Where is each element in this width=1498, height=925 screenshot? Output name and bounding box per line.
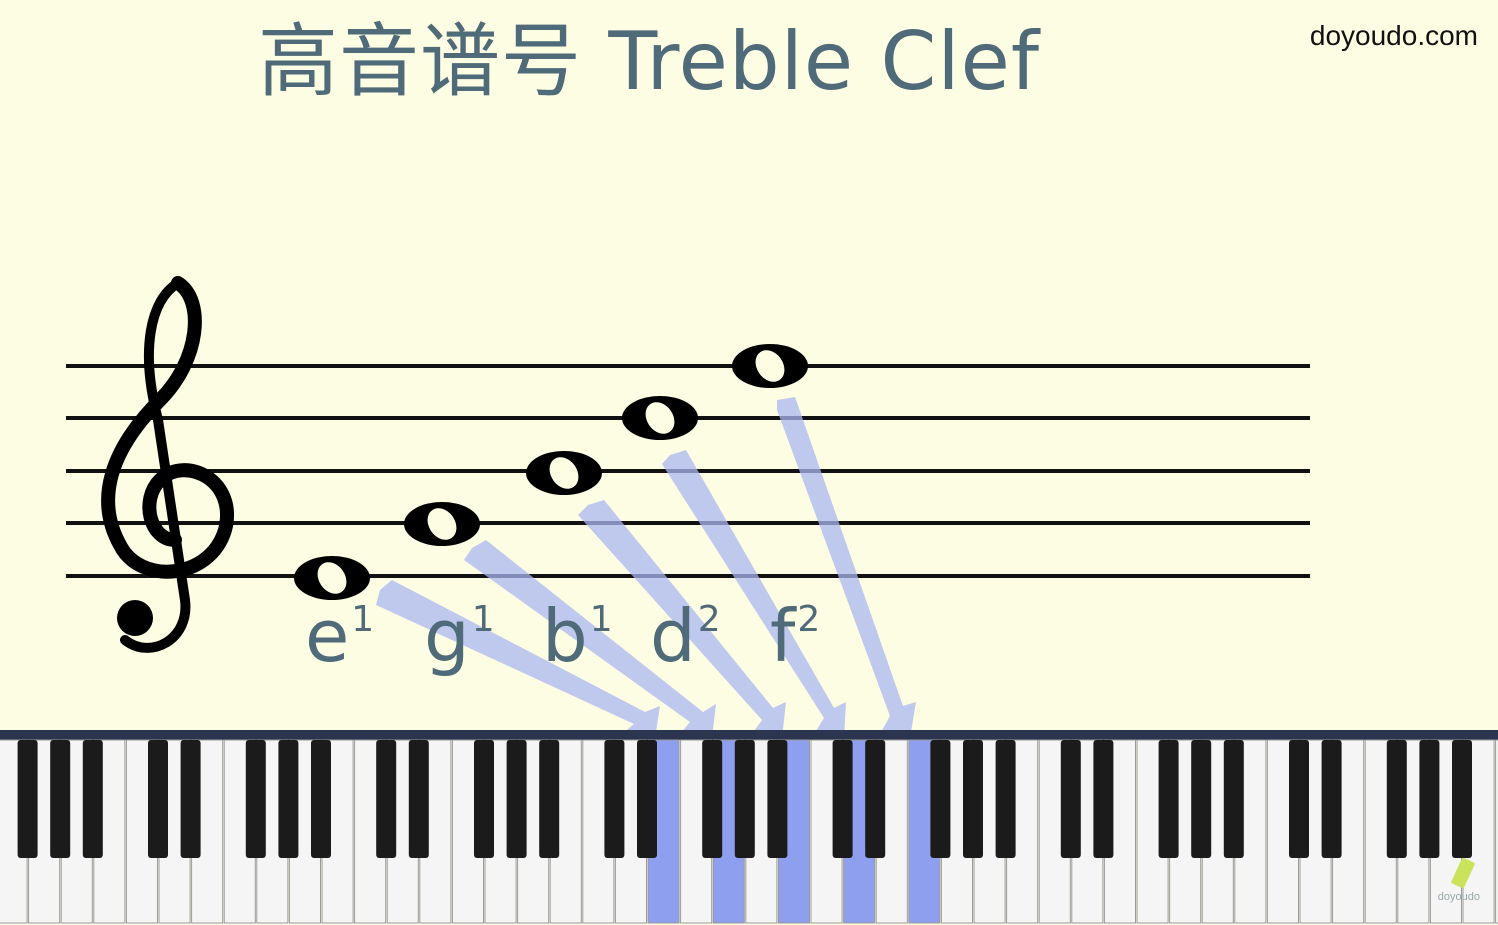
black-key[interactable]	[1321, 740, 1342, 858]
black-key[interactable]	[278, 740, 299, 858]
black-key[interactable]	[604, 740, 625, 858]
black-key[interactable]	[1386, 740, 1407, 858]
watermark: doyoudo	[1437, 891, 1480, 903]
piano-keyboard[interactable]	[0, 730, 1498, 925]
black-key[interactable]	[180, 740, 201, 858]
black-key[interactable]	[1191, 740, 1212, 858]
black-key[interactable]	[702, 740, 723, 858]
keyboard-frame	[0, 730, 1498, 740]
note-label-e1: e1	[305, 594, 375, 678]
black-key[interactable]	[1452, 740, 1472, 858]
note-d2	[622, 396, 698, 440]
note-label-d2: d2	[650, 594, 721, 678]
note-b1	[526, 451, 602, 495]
black-key[interactable]	[1158, 740, 1179, 858]
black-key[interactable]	[832, 740, 853, 858]
black-key[interactable]	[408, 740, 429, 858]
black-key[interactable]	[1289, 740, 1309, 858]
black-key[interactable]	[637, 740, 657, 858]
black-key[interactable]	[50, 740, 71, 858]
black-key[interactable]	[82, 740, 103, 858]
note-label-g1: g1	[424, 594, 495, 678]
black-key[interactable]	[17, 740, 38, 858]
black-key[interactable]	[1093, 740, 1114, 858]
black-key[interactable]	[930, 740, 951, 858]
black-key[interactable]	[474, 740, 494, 858]
black-key[interactable]	[963, 740, 983, 858]
note-label-f2: f2	[770, 594, 821, 678]
note-arrows	[376, 397, 916, 738]
note-g1	[404, 502, 480, 546]
black-key[interactable]	[539, 740, 560, 858]
black-key[interactable]	[506, 740, 527, 858]
black-key[interactable]	[1419, 740, 1440, 858]
black-key[interactable]	[995, 740, 1016, 858]
black-key[interactable]	[865, 740, 886, 858]
black-key[interactable]	[245, 740, 266, 858]
black-key[interactable]	[311, 740, 331, 858]
black-key[interactable]	[734, 740, 755, 858]
note-label-b1: b1	[542, 594, 613, 678]
black-key[interactable]	[767, 740, 788, 858]
note-f2	[732, 344, 808, 388]
arrow-f2	[777, 397, 916, 738]
black-key[interactable]	[376, 740, 397, 858]
treble-clef-icon	[101, 276, 234, 653]
black-key[interactable]	[148, 740, 168, 858]
black-key[interactable]	[1223, 740, 1244, 858]
black-key[interactable]	[1060, 740, 1081, 858]
